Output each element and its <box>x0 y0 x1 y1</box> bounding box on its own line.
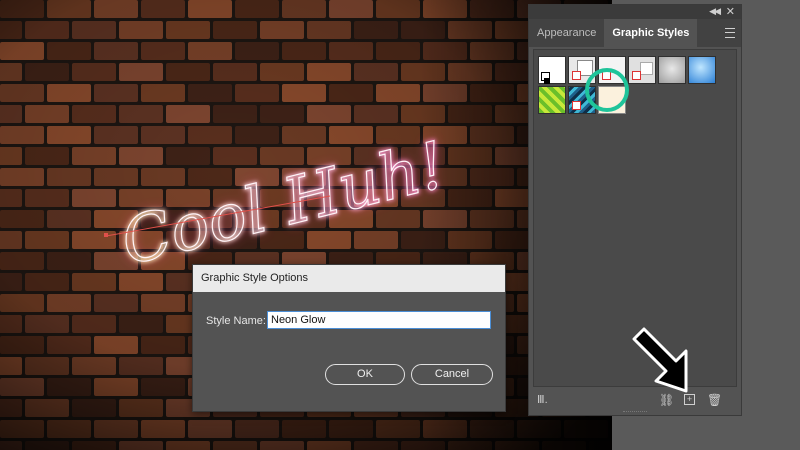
anchor-point <box>104 233 108 237</box>
highlight-circle-annotation <box>585 68 629 112</box>
panel-tabs: Appearance Graphic Styles <box>529 19 741 47</box>
shadow-swatch-icon <box>640 62 653 75</box>
stroke-swatch-icon-mark <box>572 101 581 110</box>
panel-title-bar[interactable]: ◀◀ ✕ <box>529 5 741 19</box>
arrow-annotation-icon <box>632 327 688 393</box>
cancel-button[interactable]: Cancel <box>411 364 493 385</box>
delete-graphic-style-icon[interactable]: 🗑 <box>707 393 722 407</box>
stroke-swatch-icon-mark <box>632 71 641 80</box>
style-name-label: Style Name: <box>206 315 266 327</box>
style-name-input[interactable] <box>267 311 491 329</box>
tab-graphic-styles[interactable]: Graphic Styles <box>604 19 698 47</box>
graphic-style-swatch-7[interactable] <box>538 86 566 114</box>
panel-menu-icon[interactable] <box>725 28 735 38</box>
graphic-style-swatch-4[interactable] <box>628 56 656 84</box>
default-style-icon-fill <box>544 78 550 84</box>
stroke-swatch-icon-mark <box>572 71 581 80</box>
graphic-style-swatch-5[interactable] <box>658 56 686 84</box>
graphic-style-options-dialog: Graphic Style Options Style Name: OK Can… <box>192 264 506 412</box>
graphic-style-swatch-6[interactable] <box>688 56 716 84</box>
graphic-styles-libraries-menu-icon[interactable]: Ⅲ. <box>537 393 548 406</box>
collapse-panel-icon[interactable]: ◀◀ <box>709 6 721 17</box>
panel-resize-grip[interactable] <box>623 411 647 414</box>
tab-appearance[interactable]: Appearance <box>529 19 604 47</box>
graphic-style-swatch-default[interactable] <box>538 56 566 84</box>
close-panel-icon[interactable]: ✕ <box>726 5 735 18</box>
ok-button[interactable]: OK <box>325 364 405 385</box>
dialog-title[interactable]: Graphic Style Options <box>193 265 505 292</box>
